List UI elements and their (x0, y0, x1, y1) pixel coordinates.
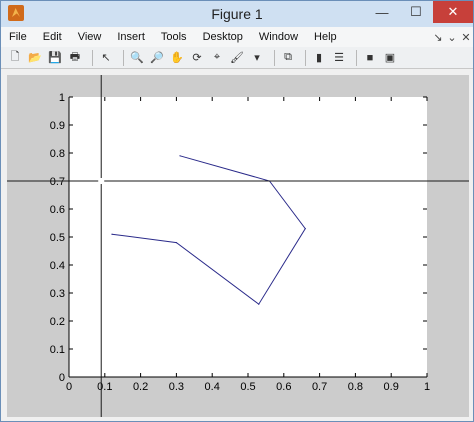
collapse-icon[interactable]: ⌄ (445, 31, 459, 44)
menu-bar: File Edit View Insert Tools Desktop Wind… (1, 27, 473, 47)
minimize-button[interactable]: — (365, 1, 399, 23)
y-tick-label: 0.6 (50, 204, 65, 216)
y-tick-label: 0.7 (50, 176, 65, 188)
brush-icon[interactable]: 🖌 (229, 50, 245, 66)
crosshair-center (98, 178, 105, 184)
close-button[interactable]: ✕ (433, 1, 473, 23)
figure-toolbar: 🗋 📂 💾 🖶 ↖ 🔍 🔎 ✋ ⟳ ⌖ 🖌 ▾ ⧉ ▮ ☰ ■ ▣ (1, 47, 473, 69)
x-tick-label: 0.5 (240, 381, 255, 393)
figure-window: Figure 1 — ☐ ✕ File Edit View Insert Too… (0, 0, 474, 422)
x-tick-label: 0.8 (348, 381, 363, 393)
legend-icon[interactable]: ☰ (331, 50, 347, 66)
menu-file[interactable]: File (1, 27, 35, 47)
menu-desktop[interactable]: Desktop (195, 27, 251, 47)
window-controls: — ☐ ✕ (365, 1, 473, 23)
x-tick-label: 0.9 (384, 381, 399, 393)
new-figure-icon[interactable]: 🗋 (7, 50, 23, 66)
open-file-icon[interactable]: 📂 (27, 50, 43, 66)
figure-canvas[interactable]: 0 0.1 0.2 0.3 0.4 0.5 0.6 0.7 0.8 0.9 1 0 0.1 0.2 0.3 0… (7, 75, 469, 417)
print-icon[interactable]: 🖶 (67, 50, 83, 66)
x-tick-label: 0 (66, 381, 72, 393)
x-tick-label: 0.4 (205, 381, 220, 393)
link-plot-icon[interactable]: ⧉ (280, 50, 296, 66)
x-tick-label: 0.3 (169, 381, 184, 393)
x-tick-label: 0.1 (97, 381, 112, 393)
data-cursor-icon[interactable]: ⌖ (209, 50, 225, 66)
menu-close-icon[interactable]: ✕ (459, 31, 473, 44)
hide-plot-tools-icon[interactable]: ■ (362, 50, 378, 66)
zoom-in-icon[interactable]: 🔍 (129, 50, 145, 66)
x-tick-label: 0.7 (312, 381, 327, 393)
title-bar[interactable]: Figure 1 — ☐ ✕ (1, 1, 473, 27)
axes-background (69, 97, 427, 377)
y-tick-label: 1 (59, 92, 65, 104)
menu-insert[interactable]: Insert (109, 27, 153, 47)
edit-plot-arrow-icon[interactable]: ↖ (98, 50, 114, 66)
data-point (111, 233, 113, 235)
y-tick-label: 0.9 (50, 120, 65, 132)
save-icon[interactable]: 💾 (47, 50, 63, 66)
menu-tools[interactable]: Tools (153, 27, 195, 47)
y-tick-label: 0.1 (50, 344, 65, 356)
menu-view[interactable]: View (70, 27, 110, 47)
show-plot-tools-icon[interactable]: ▣ (382, 50, 398, 66)
rotate-3d-icon[interactable]: ⟳ (189, 50, 205, 66)
y-tick-label: 0.4 (50, 260, 65, 272)
y-tick-label: 0.3 (50, 288, 65, 300)
menu-window[interactable]: Window (251, 27, 306, 47)
y-tick-label: 0.5 (50, 232, 65, 244)
x-tick-label: 0.6 (276, 381, 291, 393)
toolbar-separator (92, 49, 93, 66)
menu-help[interactable]: Help (306, 27, 345, 47)
pan-hand-icon[interactable]: ✋ (169, 50, 185, 66)
toolbar-separator (356, 49, 357, 66)
x-tick-label: 1 (424, 381, 430, 393)
maximize-button[interactable]: ☐ (399, 1, 433, 23)
y-tick-label: 0.8 (50, 148, 65, 160)
y-tick-label: 0.2 (50, 316, 65, 328)
toolbar-separator (305, 49, 306, 66)
data-point (179, 155, 181, 157)
colorbar-icon[interactable]: ▮ (311, 50, 327, 66)
data-point (258, 303, 260, 305)
brush-dropdown-icon[interactable]: ▾ (249, 50, 265, 66)
dock-figure-icon[interactable]: ↘ (431, 31, 445, 44)
toolbar-separator (123, 49, 124, 66)
toolbar-separator (274, 49, 275, 66)
x-tick-label: 0.2 (133, 381, 148, 393)
zoom-out-icon[interactable]: 🔎 (149, 50, 165, 66)
data-point (175, 242, 177, 244)
menu-edit[interactable]: Edit (35, 27, 70, 47)
y-tick-label: 0 (59, 372, 65, 384)
data-point (304, 228, 306, 230)
plot-svg: 0 0.1 0.2 0.3 0.4 0.5 0.6 0.7 0.8 0.9 1 0 0.1 0.2 0.3 0… (7, 75, 469, 417)
